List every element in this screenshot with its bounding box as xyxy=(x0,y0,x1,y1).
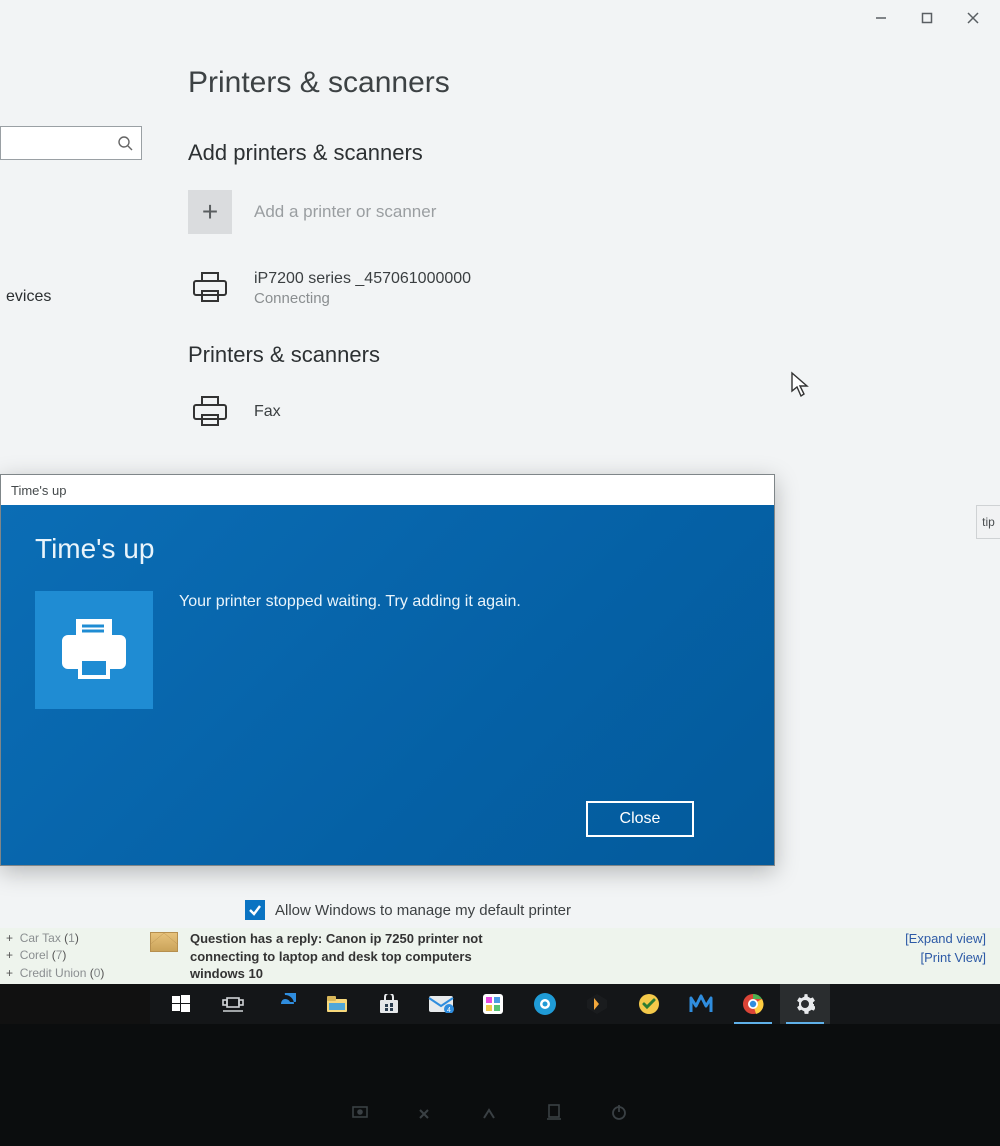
store-icon[interactable] xyxy=(364,984,414,1024)
taskbar: 4 xyxy=(150,984,1000,1024)
search-input[interactable] xyxy=(0,126,142,160)
mouse-cursor-icon xyxy=(790,371,810,399)
close-button[interactable] xyxy=(950,0,996,36)
malwarebytes-icon[interactable] xyxy=(676,984,726,1024)
device-name: Fax xyxy=(254,403,281,421)
mail-icon[interactable]: 4 xyxy=(416,984,466,1024)
default-printer-checkbox[interactable]: Allow Windows to manage my default print… xyxy=(245,900,571,920)
minimize-button[interactable] xyxy=(858,0,904,36)
plex-icon[interactable] xyxy=(572,984,622,1024)
notification-row[interactable]: Question has a reply: Canon ip 7250 prin… xyxy=(150,928,891,985)
background-window: + Car Tax (1) + Corel (7) + Credit Union… xyxy=(0,928,1000,984)
default-printer-label: Allow Windows to manage my default print… xyxy=(275,902,571,919)
tree-item[interactable]: + Credit Union (0) xyxy=(6,965,144,982)
window-titlebar xyxy=(0,0,1000,36)
checkbox-checked-icon xyxy=(245,900,265,920)
add-printer-row[interactable]: + Add a printer or scanner xyxy=(188,190,970,234)
pending-device-status: Connecting xyxy=(254,290,471,307)
plus-icon: + xyxy=(188,190,232,234)
pending-device-row[interactable]: iP7200 series _457061000000 Connecting xyxy=(188,268,970,308)
task-view-icon[interactable] xyxy=(208,984,258,1024)
printer-icon xyxy=(188,392,232,432)
power-icon xyxy=(610,1103,628,1126)
page-title: Printers & scanners xyxy=(188,66,970,100)
brightness-down-icon xyxy=(350,1102,370,1127)
chrome-icon[interactable] xyxy=(728,984,778,1024)
maximize-button[interactable] xyxy=(904,0,950,36)
printer-icon xyxy=(188,268,232,308)
file-explorer-icon[interactable] xyxy=(312,984,362,1024)
tips-handle[interactable]: tip xyxy=(976,505,1000,539)
expand-view-link[interactable]: [Expand view] xyxy=(905,930,986,949)
dialog-titlebar: Time's up xyxy=(1,475,774,505)
airplane-icon xyxy=(544,1103,564,1126)
envelope-icon xyxy=(150,932,178,952)
camera-icon[interactable] xyxy=(520,984,570,1024)
dialog-heading: Time's up xyxy=(35,533,740,565)
app-icon[interactable] xyxy=(468,984,518,1024)
svg-text:4: 4 xyxy=(447,1007,451,1013)
settings-icon[interactable] xyxy=(780,984,830,1024)
device-row[interactable]: Fax xyxy=(188,392,970,432)
laptop-bezel xyxy=(0,1024,1000,1146)
section-add-title: Add printers & scanners xyxy=(188,140,970,166)
edge-icon[interactable] xyxy=(260,984,310,1024)
add-printer-label: Add a printer or scanner xyxy=(254,202,436,222)
tree-item[interactable]: + Car Tax (1) xyxy=(6,930,144,947)
sidebar-item-devices[interactable]: evices xyxy=(0,280,150,314)
printer-tile-icon xyxy=(35,591,153,709)
section-list-title: Printers & scanners xyxy=(188,342,970,368)
print-view-link[interactable]: [Print View] xyxy=(905,949,986,968)
folder-tree[interactable]: + Car Tax (1) + Corel (7) + Credit Union… xyxy=(0,928,150,984)
dialog-message: Your printer stopped waiting. Try adding… xyxy=(179,593,521,611)
volume-down-icon xyxy=(416,1104,434,1125)
notification-text: Question has a reply: Canon ip 7250 prin… xyxy=(190,930,510,983)
volume-up-icon xyxy=(480,1104,498,1125)
antivirus-icon[interactable] xyxy=(624,984,674,1024)
start-icon[interactable] xyxy=(156,984,206,1024)
tree-item[interactable]: + Corel (7) xyxy=(6,947,144,964)
timeout-dialog: Time's up Time's up Your printer stopped… xyxy=(0,474,775,866)
pending-device-name: iP7200 series _457061000000 xyxy=(254,270,471,288)
dialog-close-button[interactable]: Close xyxy=(586,801,694,837)
search-icon xyxy=(117,135,133,151)
